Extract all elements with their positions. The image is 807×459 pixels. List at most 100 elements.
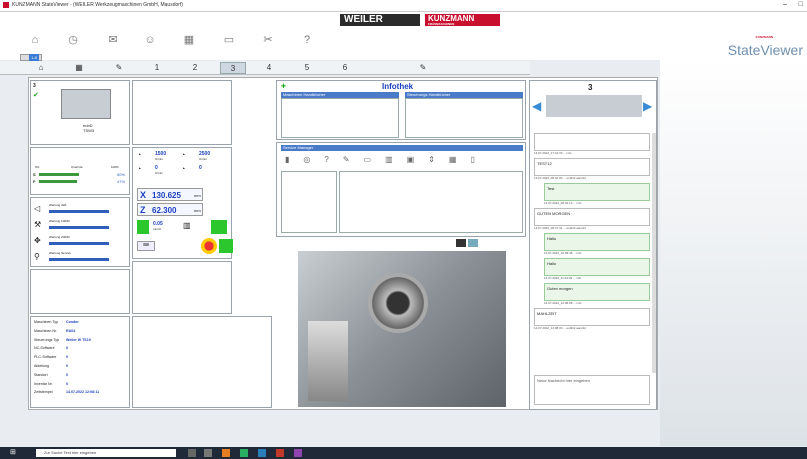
app-icon-2[interactable] bbox=[240, 449, 248, 457]
check-icon: ✔ bbox=[33, 92, 39, 99]
calc-icon[interactable]: ▥ bbox=[183, 221, 191, 230]
kunzmann-logo: KUNZMANN FRÄSMASCHINEN bbox=[425, 14, 500, 26]
arrow-icon: ◁ bbox=[34, 204, 41, 213]
title-bar: KUNZMANN StateViewer - (WEILER Werkzeugm… bbox=[0, 0, 807, 12]
axes-panel: ◔ 1500 U/min ◔ 2500 U/min ◔ 0 U/min ◔ 0 … bbox=[132, 147, 233, 259]
add-icon[interactable]: ✚ bbox=[281, 83, 286, 90]
maint-label-4: Wartung Service bbox=[49, 251, 72, 255]
control-manuals-list bbox=[405, 98, 523, 138]
f-value: 47% bbox=[117, 179, 126, 184]
machine-image bbox=[61, 89, 111, 119]
chat-message: 13.07.2022_17:41:30 ... info bbox=[534, 133, 650, 155]
maint-bar-3 bbox=[49, 242, 109, 245]
info-row: NC-Software 0 bbox=[34, 346, 68, 350]
info-value: 0 bbox=[66, 381, 68, 386]
tab-machine-2[interactable]: 2 bbox=[182, 62, 208, 74]
tab-machine-6[interactable]: 6 bbox=[332, 62, 358, 74]
chrome-icon[interactable] bbox=[222, 449, 230, 457]
next-arrow-icon[interactable]: ▶ bbox=[643, 99, 652, 113]
chat-message: TEST12 13.07.2022_08:42:00 ... eubD2 aacc… bbox=[534, 158, 650, 180]
taskbar-search[interactable]: Zur Suche Text hier eingeben bbox=[36, 449, 176, 457]
message-timestamp: 13.07.2022_10:09:48 ... info bbox=[544, 251, 582, 255]
tab-wrench[interactable]: ✎ bbox=[106, 62, 132, 74]
message-timestamp: 13.07.2022_08:42:13 ... info bbox=[544, 201, 582, 205]
machine-id: 3 bbox=[33, 83, 36, 89]
start-icon[interactable]: ⊞ bbox=[10, 449, 18, 457]
feed-indicator bbox=[137, 220, 149, 234]
info-key: Steuerungs Typ bbox=[34, 337, 60, 342]
chat-message: GUTEN MORGEN 13.07.2022_08:47:41 ... eubD… bbox=[534, 208, 650, 230]
machine-carousel[interactable] bbox=[546, 95, 642, 117]
info-key: Zeitstempel bbox=[34, 390, 53, 395]
tab-machine-4[interactable]: 4 bbox=[256, 62, 282, 74]
app-icon-5[interactable] bbox=[294, 449, 302, 457]
z-label: Z bbox=[140, 205, 146, 215]
maximize-button[interactable]: □ bbox=[799, 1, 803, 8]
empty-panel-mid bbox=[132, 261, 232, 314]
override-min: 0% bbox=[35, 165, 40, 169]
z-value: 62.300 bbox=[152, 206, 177, 215]
manual-button[interactable]: ⌨ bbox=[137, 241, 155, 251]
service-manager-panel: Service Manager ▮◎?✎▭▥▣⇕▦▯ bbox=[276, 142, 526, 237]
prev-arrow-icon[interactable]: ◀ bbox=[532, 99, 541, 113]
spindle-icon-3: ◔ bbox=[137, 166, 142, 173]
tab-grid[interactable]: ▦ bbox=[66, 62, 92, 74]
tools-icon[interactable]: ✂ bbox=[259, 32, 277, 48]
pen-icon[interactable]: ✎ bbox=[410, 62, 436, 74]
z-unit: mm bbox=[194, 208, 201, 213]
emergency-stop[interactable] bbox=[201, 238, 217, 254]
message-input[interactable]: Neue Nachricht hier eingeben bbox=[534, 375, 650, 405]
scrollbar[interactable] bbox=[652, 133, 656, 373]
image-icon[interactable] bbox=[468, 239, 478, 247]
machine-icon[interactable]: ▦ bbox=[180, 32, 198, 48]
home-icon[interactable]: ⌂ bbox=[26, 32, 44, 48]
tab-machine-1[interactable]: 1 bbox=[144, 62, 170, 74]
user-icon[interactable]: ☺ bbox=[141, 32, 159, 48]
camera-image bbox=[298, 251, 506, 407]
tab-home[interactable]: ⌂ bbox=[28, 62, 54, 74]
info-key: NC-Software bbox=[34, 346, 55, 351]
info-row: Standort 0 bbox=[34, 373, 68, 377]
x-unit: mm bbox=[194, 193, 201, 198]
message-timestamp: 13.07.2022_17:41:30 ... info bbox=[534, 151, 572, 155]
chat-icon[interactable]: ▭ bbox=[220, 32, 238, 48]
page-nav[interactable]: 1-8 bbox=[20, 54, 42, 61]
clock-icon[interactable]: ◷ bbox=[64, 32, 82, 48]
message-text: TEST12 bbox=[534, 158, 650, 176]
info-key: Maschinen Typ bbox=[34, 320, 59, 324]
message-text: Guten morgen bbox=[544, 283, 650, 301]
camera-panel bbox=[276, 239, 526, 409]
service-toolbar[interactable]: ▮◎?✎▭▥▣⇕▦▯ bbox=[285, 155, 489, 164]
chuck bbox=[368, 273, 428, 333]
explorer-icon[interactable] bbox=[204, 449, 212, 457]
tab-machine-3[interactable]: 3 bbox=[220, 62, 246, 74]
infothek-title: Infothek bbox=[382, 82, 414, 91]
info-key: PLC-Software bbox=[34, 355, 57, 360]
s-value: 50% bbox=[117, 172, 126, 177]
tool-icon: ⚲ bbox=[34, 252, 40, 261]
f-label: F bbox=[33, 179, 36, 184]
wrench-icon: ⚒ bbox=[34, 220, 42, 229]
chat-message: MAHLZEIT 14.07.2022_12:08:30 ... eubD2 aa… bbox=[534, 308, 650, 330]
minimize-button[interactable]: – bbox=[783, 1, 787, 8]
spindle-icon-2: ◔ bbox=[181, 152, 186, 159]
mail-icon[interactable]: ✉ bbox=[104, 32, 122, 48]
info-value: 0 bbox=[66, 372, 68, 377]
taskview-icon[interactable] bbox=[188, 449, 196, 457]
taskbar: ⊞ Zur Suche Text hier eingeben bbox=[0, 447, 807, 459]
app-icon-3[interactable] bbox=[258, 449, 266, 457]
tab-machine-5[interactable]: 5 bbox=[294, 62, 320, 74]
app-icon-4[interactable] bbox=[276, 449, 284, 457]
machine-card[interactable]: 3 ✔ eubD TSW3 bbox=[30, 80, 130, 145]
camera-icon[interactable] bbox=[456, 239, 466, 247]
infothek-panel: ✚ Infothek Maschinen Handbücher Steuerun… bbox=[276, 80, 526, 140]
weiler-logo: WEILER bbox=[340, 14, 420, 26]
maint-bar-1 bbox=[49, 210, 109, 213]
info-value: 0 bbox=[66, 346, 68, 351]
machine-name2: TSW3 bbox=[83, 128, 95, 133]
spindle-value-4: 0 bbox=[199, 165, 202, 171]
info-key: Standort bbox=[34, 372, 48, 377]
empty-panel-top bbox=[132, 80, 232, 145]
help-icon[interactable]: ? bbox=[298, 32, 316, 48]
message-text: Test bbox=[544, 183, 650, 201]
